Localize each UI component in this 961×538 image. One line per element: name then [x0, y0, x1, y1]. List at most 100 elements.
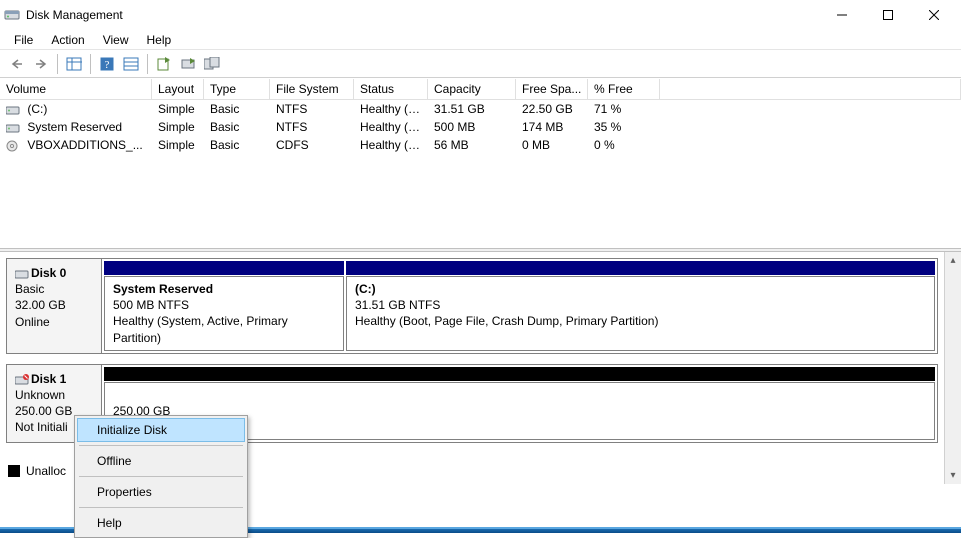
disk-name: Disk 0: [31, 266, 66, 280]
disk-label[interactable]: Disk 0 Basic 32.00 GB Online: [6, 259, 102, 354]
ctx-initialize-disk[interactable]: Initialize Disk: [77, 418, 245, 442]
volume-free: 22.50 GB: [516, 101, 588, 117]
app-icon: [4, 7, 20, 23]
maximize-button[interactable]: [865, 0, 911, 30]
vertical-scrollbar[interactable]: ▴ ▾: [944, 252, 961, 484]
volume-fs: NTFS: [270, 101, 354, 117]
volume-status: Healthy (B...: [354, 101, 428, 117]
volume-layout: Simple: [152, 137, 204, 153]
rescan-button[interactable]: [177, 53, 199, 75]
help-button[interactable]: ?: [96, 53, 118, 75]
volume-list-header: Volume Layout Type File System Status Ca…: [0, 79, 961, 100]
ctx-separator: [79, 507, 243, 508]
menu-help[interactable]: Help: [139, 31, 180, 49]
col-layout[interactable]: Layout: [152, 79, 204, 100]
partition-title: System Reserved: [113, 282, 213, 296]
disk-name: Disk 1: [31, 372, 66, 386]
col-spacer: [660, 79, 961, 100]
disc-icon: [6, 140, 20, 152]
disk-type: Basic: [15, 282, 44, 296]
titlebar: Disk Management: [0, 0, 961, 30]
refresh-button[interactable]: [153, 53, 175, 75]
disk-row[interactable]: Disk 0 Basic 32.00 GB Online System Rese…: [6, 258, 938, 354]
partition-title: (C:): [355, 282, 376, 296]
disk-status: Not Initiali: [15, 420, 68, 434]
volume-pct: 35 %: [588, 119, 660, 135]
volume-type: Basic: [204, 119, 270, 135]
disk-status: Online: [15, 315, 50, 329]
legend-swatch-unallocated: [8, 465, 20, 477]
partition[interactable]: (C:) 31.51 GB NTFS Healthy (Boot, Page F…: [346, 276, 935, 351]
volume-layout: Simple: [152, 119, 204, 135]
disk-icon: [15, 268, 29, 280]
ctx-separator: [79, 445, 243, 446]
col-capacity[interactable]: Capacity: [428, 79, 516, 100]
scroll-up-button[interactable]: ▴: [945, 252, 961, 269]
volume-row[interactable]: VBOXADDITIONS_... Simple Basic CDFS Heal…: [0, 136, 961, 154]
volume-fs: CDFS: [270, 137, 354, 153]
menu-file[interactable]: File: [6, 31, 41, 49]
volume-capacity: 500 MB: [428, 119, 516, 135]
col-type[interactable]: Type: [204, 79, 270, 100]
volume-name: VBOXADDITIONS_...: [27, 138, 142, 152]
volume-capacity: 31.51 GB: [428, 101, 516, 117]
volume-capacity: 56 MB: [428, 137, 516, 153]
partition-size: 500 MB NTFS: [113, 298, 189, 312]
context-menu: Initialize Disk Offline Properties Help: [74, 415, 248, 538]
toolbar-separator: [90, 54, 91, 74]
ctx-help[interactable]: Help: [77, 511, 245, 535]
drive-icon: [6, 122, 20, 134]
volume-type: Basic: [204, 137, 270, 153]
volume-list: Volume Layout Type File System Status Ca…: [0, 78, 961, 248]
volume-pct: 0 %: [588, 137, 660, 153]
volume-row[interactable]: (C:) Simple Basic NTFS Healthy (B... 31.…: [0, 100, 961, 118]
disk-type: Unknown: [15, 388, 65, 402]
volume-name: System Reserved: [27, 120, 122, 134]
toolbar-separator: [57, 54, 58, 74]
menu-view[interactable]: View: [95, 31, 137, 49]
show-hide-tree-button[interactable]: [63, 53, 85, 75]
ctx-offline[interactable]: Offline: [77, 449, 245, 473]
volume-name: (C:): [27, 102, 47, 116]
window-controls: [819, 0, 957, 30]
col-freespace[interactable]: Free Spa...: [516, 79, 588, 100]
partition-header-strip: [346, 261, 935, 275]
ctx-properties[interactable]: Properties: [77, 480, 245, 504]
volume-free: 0 MB: [516, 137, 588, 153]
scroll-track[interactable]: [945, 269, 961, 467]
back-button[interactable]: [6, 53, 28, 75]
legend: Unalloc: [8, 464, 66, 478]
volume-fs: NTFS: [270, 119, 354, 135]
volume-type: Basic: [204, 101, 270, 117]
disk-warning-icon: [15, 374, 29, 386]
settings-button[interactable]: [120, 53, 142, 75]
disk-size: 32.00 GB: [15, 298, 66, 312]
forward-button[interactable]: [30, 53, 52, 75]
col-volume[interactable]: Volume: [0, 79, 152, 100]
volume-layout: Simple: [152, 101, 204, 117]
window-title: Disk Management: [26, 8, 819, 22]
legend-label: Unalloc: [26, 464, 66, 478]
partition-size: 31.51 GB NTFS: [355, 298, 440, 312]
volume-status: Healthy (S...: [354, 119, 428, 135]
ctx-separator: [79, 476, 243, 477]
view-button[interactable]: [201, 53, 223, 75]
disk-partition-area: System Reserved 500 MB NTFS Healthy (Sys…: [102, 259, 938, 354]
minimize-button[interactable]: [819, 0, 865, 30]
close-button[interactable]: [911, 0, 957, 30]
partition-header-strip: [104, 367, 935, 381]
partition-status: Healthy (System, Active, Primary Partiti…: [113, 314, 288, 344]
toolbar: ?: [0, 50, 961, 78]
toolbar-separator: [147, 54, 148, 74]
col-status[interactable]: Status: [354, 79, 428, 100]
menubar: File Action View Help: [0, 30, 961, 50]
partition-status: Healthy (Boot, Page File, Crash Dump, Pr…: [355, 314, 658, 328]
svg-text:?: ?: [105, 59, 110, 71]
volume-free: 174 MB: [516, 119, 588, 135]
scroll-down-button[interactable]: ▾: [945, 467, 961, 484]
col-filesystem[interactable]: File System: [270, 79, 354, 100]
volume-row[interactable]: System Reserved Simple Basic NTFS Health…: [0, 118, 961, 136]
menu-action[interactable]: Action: [43, 31, 92, 49]
col-pctfree[interactable]: % Free: [588, 79, 660, 100]
partition[interactable]: System Reserved 500 MB NTFS Healthy (Sys…: [104, 276, 344, 351]
